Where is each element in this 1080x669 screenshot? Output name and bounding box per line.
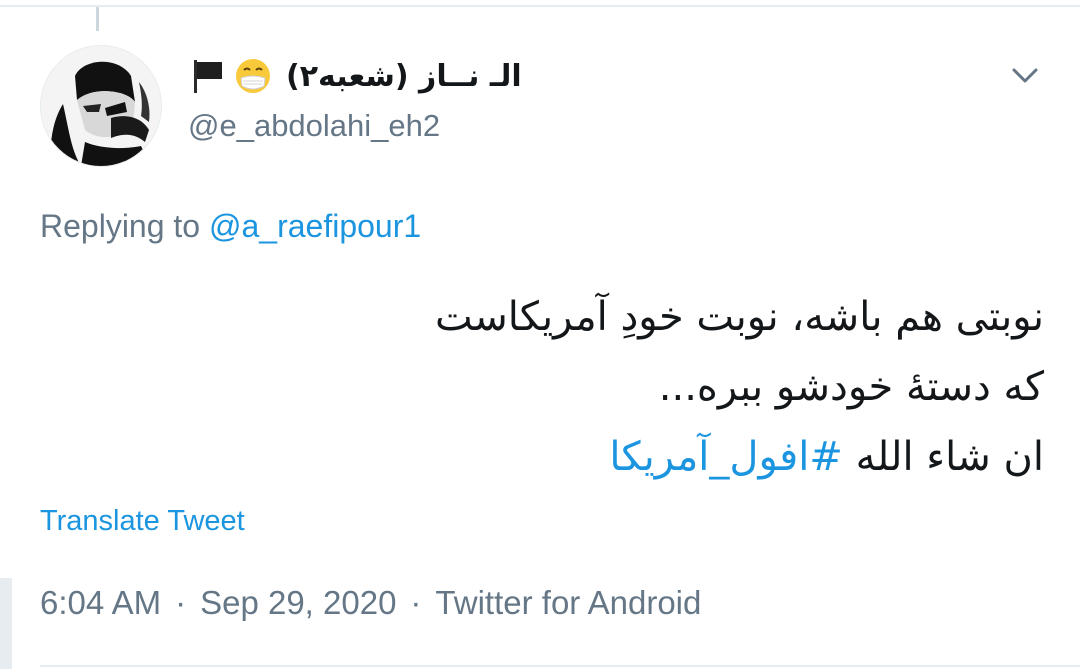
chevron-down-icon[interactable] bbox=[1008, 58, 1042, 92]
face-with-medical-mask-icon bbox=[236, 59, 270, 93]
avatar[interactable] bbox=[40, 45, 162, 167]
author-display-name[interactable]: الـ نــاز (شعبه۲) bbox=[286, 59, 522, 94]
hashtag-link[interactable]: #افول_آمریکا bbox=[609, 434, 843, 480]
left-edge-divider bbox=[0, 578, 12, 669]
top-divider bbox=[0, 5, 1080, 7]
bottom-divider bbox=[40, 665, 1080, 667]
tweet-text-line: ان شاء الله bbox=[842, 434, 1044, 480]
author-name-row[interactable]: الـ نــاز (شعبه۲) bbox=[188, 52, 522, 100]
author-handle[interactable]: @e_abdolahi_eh2 bbox=[188, 108, 440, 144]
tweet-source-link[interactable]: Twitter for Android bbox=[435, 584, 701, 622]
replying-to-label: Replying to bbox=[40, 208, 209, 244]
thread-connector-line bbox=[96, 7, 99, 31]
translate-tweet-link[interactable]: Translate Tweet bbox=[40, 505, 245, 538]
tweet-date[interactable]: Sep 29, 2020 bbox=[200, 584, 396, 622]
tweet-text-line-with-hashtag: ان شاء الله #افول_آمریکا bbox=[44, 422, 1044, 492]
avatar-image bbox=[41, 46, 161, 166]
tweet-text-line: نوبتی هم باشه، نوبت خودِ آمریکاست bbox=[434, 294, 1044, 340]
tweet-time[interactable]: 6:04 AM bbox=[40, 584, 161, 622]
tweet-text-line: که دستهٔ خودشو ببره... bbox=[658, 364, 1044, 410]
separator-dot: · bbox=[175, 584, 187, 621]
tweet-text: نوبتی هم باشه، نوبت خودِ آمریکاست که دست… bbox=[44, 282, 1044, 492]
replying-to-mention-link[interactable]: @a_raefipour1 bbox=[209, 208, 421, 244]
black-flag-icon bbox=[194, 60, 222, 93]
tweet-metadata: 6:04 AM · Sep 29, 2020 · Twitter for And… bbox=[40, 584, 701, 622]
replying-to-line: Replying to @a_raefipour1 bbox=[40, 208, 421, 245]
separator-dot: · bbox=[410, 584, 422, 621]
